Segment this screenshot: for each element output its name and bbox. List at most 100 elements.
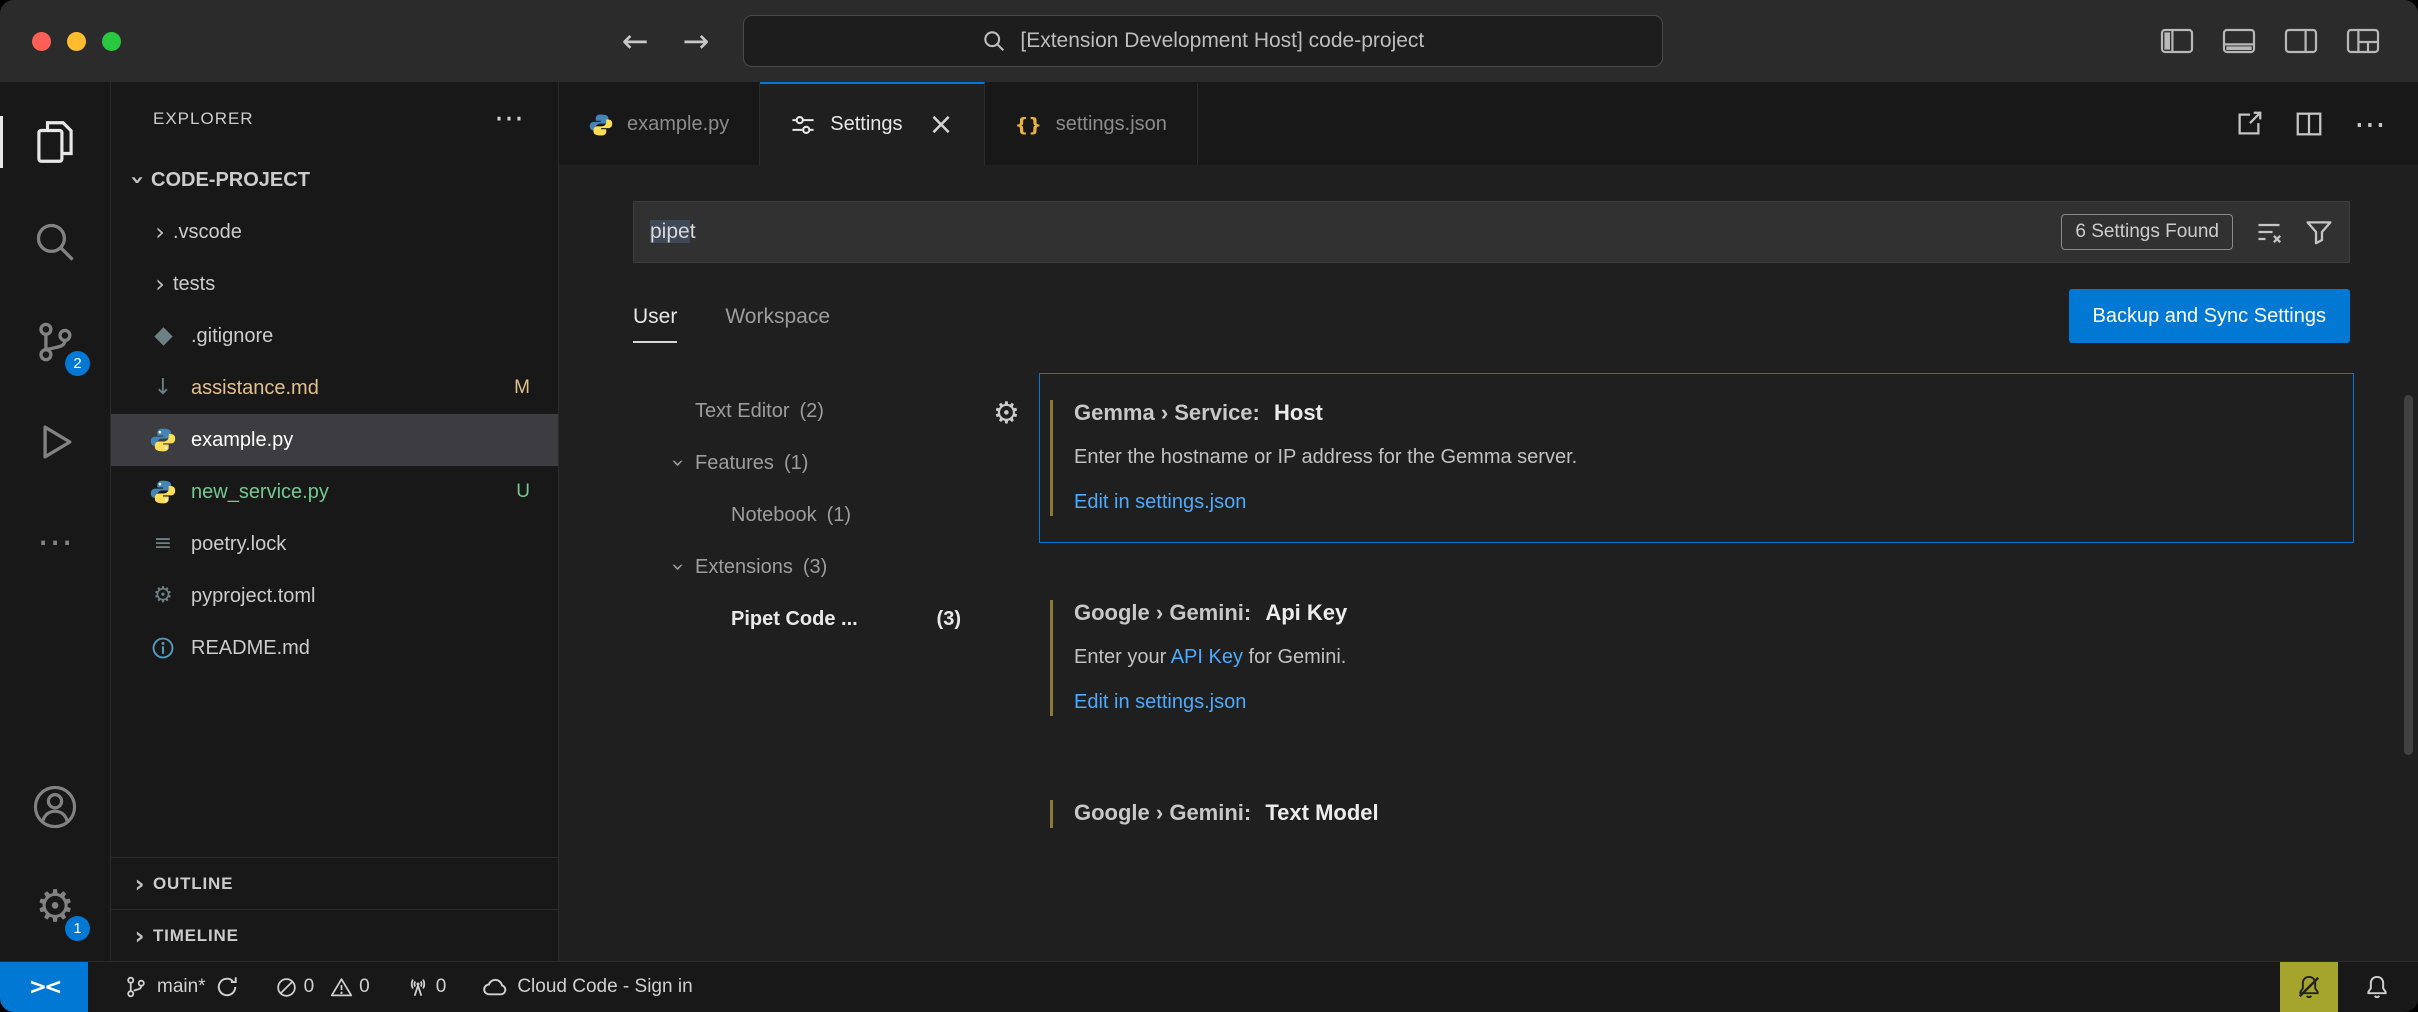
setting-description: Enter your API Key for Gemini. (1074, 646, 2323, 669)
tree-item-new-service-py[interactable]: new_service.py U (111, 466, 558, 518)
tab-settings-json[interactable]: {} settings.json (985, 82, 1198, 165)
clear-search-filters-icon[interactable] (2255, 218, 2283, 246)
chevron-right-icon: › (127, 872, 153, 896)
scrollbar[interactable] (2404, 395, 2413, 755)
toc-extensions[interactable]: › Extensions (3) (559, 541, 991, 593)
activity-spacer (0, 592, 110, 757)
activity-accounts[interactable] (0, 757, 110, 857)
git-modified-badge: M (514, 377, 530, 399)
titlebar: ← → [Extension Development Host] code-pr… (0, 0, 2418, 82)
activity-more-views[interactable]: ⋯ (0, 492, 110, 592)
tree-item-example-py[interactable]: example.py (111, 414, 558, 466)
chevron-right-icon: › (147, 220, 173, 244)
forward-arrow-icon[interactable]: → (683, 25, 710, 57)
tree-item-assistance-md[interactable]: ↓ assistance.md M (111, 362, 558, 414)
activity-source-control[interactable]: 2 (0, 292, 110, 392)
file-name: poetry.lock (191, 533, 286, 556)
explorer-more-actions-icon[interactable]: ⋯ (494, 104, 524, 134)
back-arrow-icon[interactable]: ← (622, 25, 649, 57)
activity-explorer[interactable] (0, 92, 110, 192)
toc-count: (3) (937, 608, 961, 631)
folder-name: CODE-PROJECT (151, 169, 310, 192)
python-icon (147, 427, 179, 453)
setting-gemini-api-key[interactable]: Google › Gemini: Api Key Enter your API … (1039, 573, 2354, 743)
cloud-code-item[interactable]: Cloud Code - Sign in (482, 974, 692, 1000)
toc-label: Features (695, 452, 774, 475)
backup-sync-settings-button[interactable]: Backup and Sync Settings (2069, 289, 2350, 343)
toc-features[interactable]: › Features (1) (559, 437, 991, 489)
tree-root-code-project[interactable]: › CODE-PROJECT (111, 154, 558, 206)
activity-run-debug[interactable] (0, 392, 110, 492)
split-editor-icon[interactable] (2294, 109, 2324, 139)
command-center-search[interactable]: [Extension Development Host] code-projec… (743, 15, 1663, 67)
edit-in-settings-json-link[interactable]: Edit in settings.json (1074, 491, 1246, 513)
chevron-right-icon: › (147, 272, 173, 296)
setting-actions-gear-icon[interactable]: ⚙ (993, 399, 1020, 429)
toggle-secondary-sidebar-icon[interactable] (2284, 28, 2318, 54)
filter-funnel-icon[interactable] (2305, 218, 2333, 246)
warning-count: 0 (359, 976, 370, 998)
setting-title: Gemma › Service: Host (1074, 400, 2323, 426)
search-icon (982, 29, 1006, 53)
edit-in-settings-json-link[interactable]: Edit in settings.json (1074, 691, 1246, 713)
activity-settings-gear[interactable]: ⚙ 1 (0, 857, 110, 957)
chevron-down-icon: › (666, 549, 688, 585)
status-bar: >< main* 0 (0, 961, 2418, 1012)
tab-example-py[interactable]: example.py (559, 82, 760, 165)
tab-settings[interactable]: Settings × (760, 82, 984, 165)
toc-pipet-code[interactable]: Pipet Code ... (3) (559, 593, 991, 645)
tree-item-gitignore[interactable]: .gitignore (111, 310, 558, 362)
timeline-section[interactable]: › TIMELINE (111, 909, 558, 961)
ports-item[interactable]: 0 (406, 975, 447, 999)
scm-changes-badge: 2 (65, 351, 90, 376)
setting-gemma-service-host[interactable]: Gemma › Service: Host Enter the hostname… (1039, 373, 2354, 543)
more-actions-icon[interactable]: ⋯ (2354, 108, 2386, 140)
close-tab-icon[interactable]: × (929, 110, 954, 140)
scope-tab-user[interactable]: User (633, 305, 677, 343)
sync-changes-icon[interactable] (215, 975, 239, 999)
maximize-window-button[interactable] (102, 32, 121, 51)
settings-search-input[interactable]: pipet 6 Settings Found (633, 201, 2350, 263)
cloud-icon (482, 974, 508, 1000)
info-icon (147, 636, 179, 660)
file-name: example.py (191, 429, 293, 452)
sidebar-title: EXPLORER (153, 109, 254, 129)
setting-description: Enter the hostname or IP address for the… (1074, 446, 2323, 469)
tree-item-tests[interactable]: › tests (111, 258, 558, 310)
open-settings-json-icon[interactable] (2234, 109, 2264, 139)
titlebar-layout-controls (2134, 28, 2418, 54)
problems-item[interactable]: 0 0 (275, 976, 370, 999)
toggle-panel-icon[interactable] (2222, 28, 2256, 54)
toc-text-editor[interactable]: Text Editor (2) (559, 385, 991, 437)
setting-gemini-text-model[interactable]: Google › Gemini: Text Model (1039, 773, 2354, 855)
git-branch-item[interactable]: main* (124, 975, 239, 999)
customize-layout-icon[interactable] (2346, 28, 2380, 54)
minimize-window-button[interactable] (67, 32, 86, 51)
titlebar-center: ← → [Extension Development Host] code-pr… (151, 15, 2134, 67)
toc-notebook[interactable]: Notebook (1) (559, 489, 991, 541)
remote-indicator[interactable]: >< (0, 962, 88, 1012)
toc-label: Pipet Code ... (731, 608, 858, 631)
scope-tab-workspace[interactable]: Workspace (725, 305, 830, 343)
close-window-button[interactable] (32, 32, 51, 51)
file-name: assistance.md (191, 377, 319, 400)
toc-label: Notebook (731, 504, 817, 527)
editor-actions: ⋯ (2234, 82, 2418, 165)
activity-search[interactable] (0, 192, 110, 292)
tree-item-poetry-lock[interactable]: ≡ poetry.lock (111, 518, 558, 570)
settings-list: ⚙ Gemma › Service: Host Enter the hostna… (1039, 373, 2354, 961)
tree-item-readme-md[interactable]: README.md (111, 622, 558, 674)
settings-sliders-icon (790, 112, 816, 138)
outline-section[interactable]: › OUTLINE (111, 857, 558, 909)
setting-title: Google › Gemini: Api Key (1074, 600, 2323, 626)
toggle-primary-sidebar-icon[interactable] (2160, 28, 2194, 54)
notifications-item[interactable] (2364, 974, 2390, 1000)
chevron-right-icon: › (127, 924, 153, 948)
api-key-link[interactable]: API Key (1171, 646, 1243, 668)
tree-item-pyproject-toml[interactable]: ⚙ pyproject.toml (111, 570, 558, 622)
do-not-disturb-item[interactable] (2280, 962, 2338, 1012)
status-bar-right (2280, 962, 2418, 1012)
lock-file-icon: ≡ (147, 533, 179, 555)
branch-name: main* (157, 976, 206, 998)
tree-item-vscode[interactable]: › .vscode (111, 206, 558, 258)
